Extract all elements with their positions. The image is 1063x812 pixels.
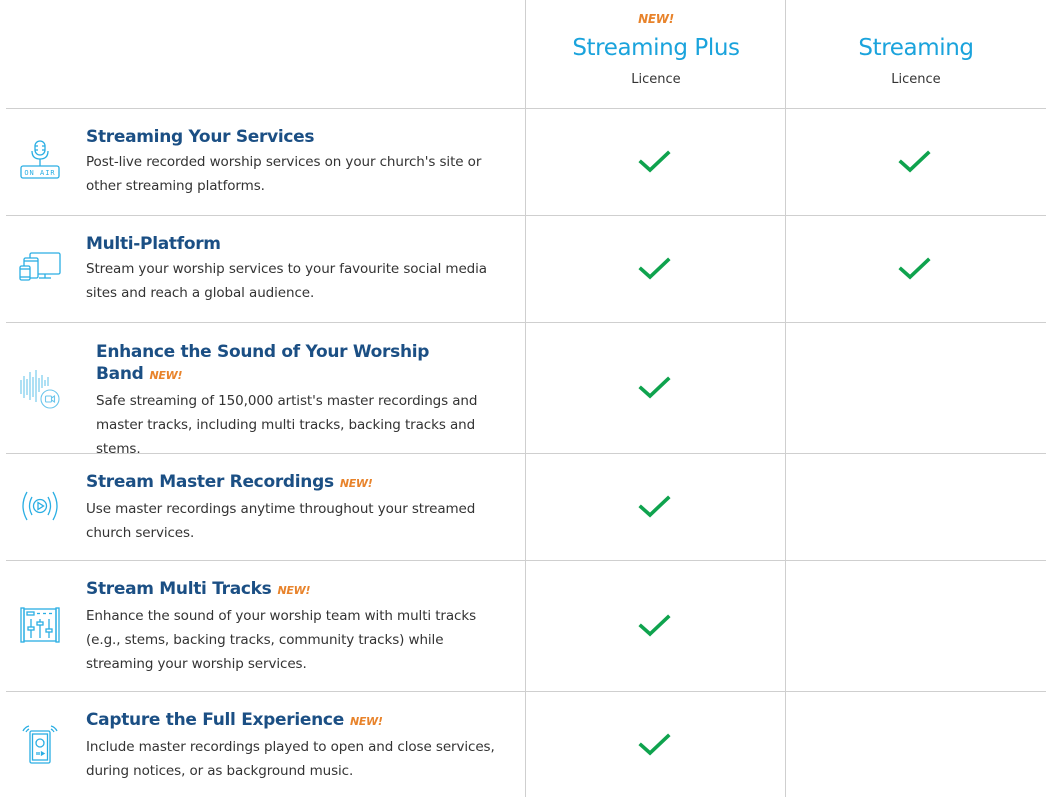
mixer-sliders-icon [18,603,62,647]
feature-info: Multi-Platform Stream your worship servi… [86,233,506,305]
feature-info: Enhance the Sound of Your Worship Band NE… [96,341,516,461]
check-icon [898,256,932,282]
new-badge: NEW! [349,715,383,728]
feature-description: Enhance the sound of your worship team w… [86,608,477,672]
feature-title: Stream Multi Tracks NEW! [86,579,311,599]
feature-row-master-recordings: Stream Master Recordings NEW! Use master … [6,454,1046,561]
feature-row-full-experience: Capture the Full Experience NEW! Include … [6,692,1046,802]
feature-row-enhance-sound: Enhance the Sound of Your Worship Band NE… [6,323,1046,457]
feature-title: Capture the Full Experience NEW! [86,710,383,730]
licence-comparison-table: NEW! Streaming Plus Licence Streaming Li… [6,0,1046,802]
check-icon [638,375,672,401]
new-badge: NEW! [638,12,674,26]
new-badge: NEW! [277,584,311,597]
check-icon [638,732,672,758]
new-badge: NEW! [339,477,373,490]
feature-title: Stream Master Recordings NEW! [86,472,373,492]
header-streaming-plus: NEW! Streaming Plus Licence [526,0,786,108]
feature-description: Safe streaming of 150,000 artist's maste… [96,393,478,457]
check-icon [638,494,672,520]
broadcast-play-icon [18,484,62,528]
feature-title: Streaming Your Services [86,127,315,147]
feature-description: Post-live recorded worship services on y… [86,154,482,194]
feature-description: Use master recordings anytime throughout… [86,501,476,541]
feature-title: Multi-Platform [86,234,221,254]
check-icon [898,149,932,175]
column-title: Streaming [858,35,974,61]
on-air-microphone-icon: ON AIR [18,139,62,183]
new-badge: NEW! [149,369,183,382]
feature-row-multi-platform: Multi-Platform Stream your worship servi… [6,216,1046,323]
feature-title: Enhance the Sound of Your Worship Band NE… [96,342,430,384]
feature-info: Capture the Full Experience NEW! Include … [86,709,506,783]
feature-info: Stream Multi Tracks NEW! Enhance the soun… [86,578,506,676]
column-subtitle: Licence [631,72,681,87]
feature-info: Stream Master Recordings NEW! Use master … [86,471,506,545]
multi-device-icon [18,249,62,293]
column-subtitle: Licence [891,72,941,87]
svg-text:ON AIR: ON AIR [24,169,55,177]
table-header: NEW! Streaming Plus Licence Streaming Li… [6,0,1046,109]
column-title: Streaming Plus [572,35,740,61]
feature-row-streaming-services: ON AIR Streaming Your Services Post-live… [6,109,1046,216]
speaker-device-icon [18,722,62,766]
check-icon [638,149,672,175]
sound-wave-video-icon [18,366,62,410]
feature-row-multi-tracks: Stream Multi Tracks NEW! Enhance the soun… [6,561,1046,692]
check-icon [638,256,672,282]
feature-info: Streaming Your Services Post-live record… [86,126,506,198]
feature-description: Stream your worship services to your fav… [86,261,487,301]
feature-description: Include master recordings played to open… [86,739,495,779]
header-streaming: Streaming Licence [786,0,1046,108]
check-icon [638,613,672,639]
